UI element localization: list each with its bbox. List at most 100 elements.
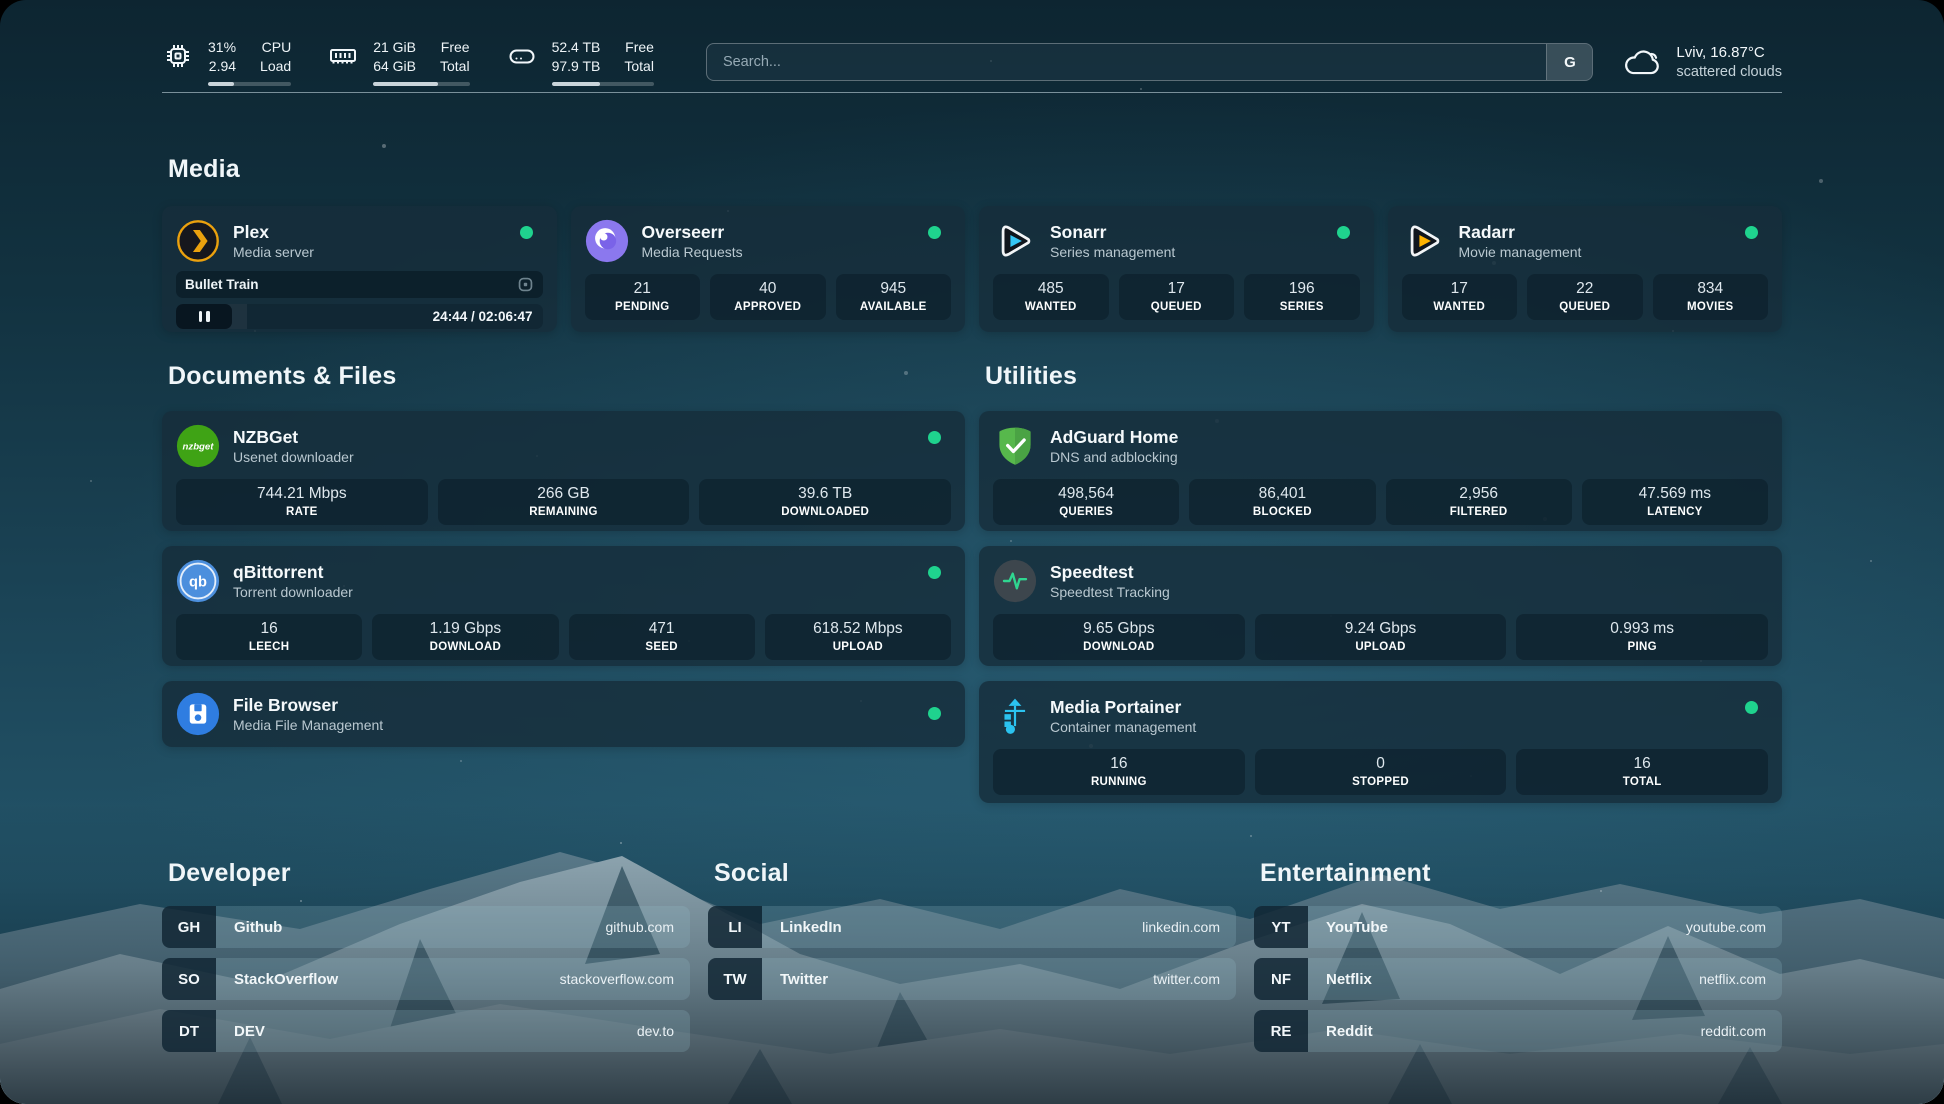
google-search-button[interactable]: G <box>1546 44 1592 80</box>
bookmark-url: stackoverflow.com <box>560 971 674 987</box>
cpu-label: CPU <box>260 38 291 57</box>
disk-free-value: 52.4 TB <box>552 38 601 57</box>
app-description: Speedtest Tracking <box>1050 583 1170 601</box>
disk-free-label: Free <box>624 38 654 57</box>
cloud-icon <box>1621 45 1663 79</box>
app-card-overseerr[interactable]: Overseerr Media Requests 21 PENDING 40 A… <box>571 206 966 332</box>
stat-box: 9.24 Gbps UPLOAD <box>1255 614 1507 660</box>
app-description: Movie management <box>1459 243 1582 261</box>
app-card-nzbget[interactable]: nzbget NZBGet Usenet downloader 744.21 M… <box>162 411 965 531</box>
search-input[interactable] <box>707 44 1546 80</box>
bookmark-group-developer: Developer GH Github github.com SO StackO… <box>162 859 690 1052</box>
app-card-speedtest[interactable]: Speedtest Speedtest Tracking 9.65 Gbps D… <box>979 546 1782 666</box>
svg-text:nzbget: nzbget <box>183 442 215 453</box>
memory-progress-bar <box>373 82 469 86</box>
stat-box: 16 RUNNING <box>993 749 1245 795</box>
status-dot <box>520 226 533 239</box>
bookmark-youtube[interactable]: YT YouTube youtube.com <box>1254 906 1782 948</box>
documents-column: Documents & Files nzbget NZBGet Usenet d… <box>162 362 965 803</box>
app-title: qBittorrent <box>233 561 353 583</box>
now-playing-title: Bullet Train <box>185 277 259 292</box>
disk-total-label: Total <box>624 57 654 76</box>
bookmark-abbr: DT <box>162 1010 216 1052</box>
section-title-documents: Documents & Files <box>168 362 965 391</box>
svg-text:qb: qb <box>189 575 207 591</box>
bookmark-github[interactable]: GH Github github.com <box>162 906 690 948</box>
stat-box: 945 AVAILABLE <box>836 274 952 320</box>
radarr-icon <box>1402 219 1446 263</box>
bookmark-url: twitter.com <box>1153 971 1220 987</box>
bookmark-name: Github <box>234 919 282 936</box>
bookmark-abbr: YT <box>1254 906 1308 948</box>
bookmark-url: reddit.com <box>1701 1023 1766 1039</box>
bookmark-abbr: GH <box>162 906 216 948</box>
player-progress-row: 24:44 / 02:06:47 <box>176 304 543 329</box>
stat-box: 471 SEED <box>569 614 755 660</box>
bookmark-url: youtube.com <box>1686 919 1766 935</box>
stat-box: 17 WANTED <box>1402 274 1518 320</box>
bookmark-stackoverflow[interactable]: SO StackOverflow stackoverflow.com <box>162 958 690 1000</box>
bookmark-name: LinkedIn <box>780 919 842 936</box>
memory-free-value: 21 GiB <box>373 38 416 57</box>
app-card-radarr[interactable]: Radarr Movie management 17 WANTED 22 QUE… <box>1388 206 1783 332</box>
status-dot <box>928 431 941 444</box>
bookmark-dev[interactable]: DT DEV dev.to <box>162 1010 690 1052</box>
stat-box: 16 LEECH <box>176 614 362 660</box>
app-title: Radarr <box>1459 221 1582 243</box>
sonarr-icon <box>993 219 1037 263</box>
memory-total-value: 64 GiB <box>373 57 416 76</box>
app-title: Plex <box>233 221 314 243</box>
section-title-social: Social <box>714 859 1236 888</box>
bookmark-twitter[interactable]: TW Twitter twitter.com <box>708 958 1236 1000</box>
app-card-filebrowser[interactable]: File Browser Media File Management <box>162 681 965 747</box>
bookmark-name: Twitter <box>780 971 828 988</box>
section-title-utilities: Utilities <box>985 362 1782 391</box>
cpu-load-value: 2.94 <box>208 57 236 76</box>
stat-box: 1.19 Gbps DOWNLOAD <box>372 614 558 660</box>
app-card-qbittorrent[interactable]: qb qBittorrent Torrent downloader 16 <box>162 546 965 666</box>
bookmark-url: dev.to <box>637 1023 674 1039</box>
app-card-adguard[interactable]: AdGuard Home DNS and adblocking 498,564 … <box>979 411 1782 531</box>
bookmark-url: github.com <box>606 919 674 935</box>
app-description: Container management <box>1050 718 1196 736</box>
bookmark-netflix[interactable]: NF Netflix netflix.com <box>1254 958 1782 1000</box>
status-dot <box>1745 226 1758 239</box>
media-grid: Plex Media server Bullet Train <box>162 206 1782 332</box>
app-description: Media Requests <box>642 243 743 261</box>
filebrowser-icon <box>176 692 220 736</box>
adguard-icon <box>993 424 1037 468</box>
bookmark-url: netflix.com <box>1699 971 1766 987</box>
dashboard-screen: 31% 2.94 CPU Load <box>0 0 1944 1104</box>
app-description: Usenet downloader <box>233 448 354 466</box>
bookmark-reddit[interactable]: RE Reddit reddit.com <box>1254 1010 1782 1052</box>
session-icon <box>517 276 534 293</box>
overseerr-icon <box>585 219 629 263</box>
app-title: Overseerr <box>642 221 743 243</box>
app-card-portainer[interactable]: Media Portainer Container management 16 … <box>979 681 1782 803</box>
weather-location-temp: Lviv, 16.87°C <box>1676 43 1782 63</box>
app-title: File Browser <box>233 694 383 716</box>
app-description: Media File Management <box>233 716 383 734</box>
stat-box: 17 QUEUED <box>1119 274 1235 320</box>
stat-box: 196 SERIES <box>1244 274 1360 320</box>
stat-box: 0 STOPPED <box>1255 749 1507 795</box>
cpu-progress-bar <box>208 82 291 86</box>
bookmark-name: DEV <box>234 1023 265 1040</box>
stat-box: 22 QUEUED <box>1527 274 1643 320</box>
cpu-progress-fill <box>208 82 234 86</box>
bookmark-group-entertainment: Entertainment YT YouTube youtube.com NF … <box>1254 859 1782 1052</box>
stat-box: 86,401 BLOCKED <box>1189 479 1375 525</box>
bookmark-linkedin[interactable]: LI LinkedIn linkedin.com <box>708 906 1236 948</box>
status-dot <box>1337 226 1350 239</box>
status-dot <box>928 707 941 720</box>
app-card-sonarr[interactable]: Sonarr Series management 485 WANTED 17 Q… <box>979 206 1374 332</box>
playback-time: 24:44 / 02:06:47 <box>433 309 543 324</box>
top-status-bar: 31% 2.94 CPU Load <box>162 0 1782 92</box>
memory-progress-fill <box>373 82 438 86</box>
memory-total-label: Total <box>440 57 470 76</box>
pause-button[interactable] <box>176 304 232 329</box>
app-card-plex[interactable]: Plex Media server Bullet Train <box>162 206 557 332</box>
bookmark-name: Reddit <box>1326 1023 1373 1040</box>
disk-total-value: 97.9 TB <box>552 57 601 76</box>
disk-progress-fill <box>552 82 600 86</box>
